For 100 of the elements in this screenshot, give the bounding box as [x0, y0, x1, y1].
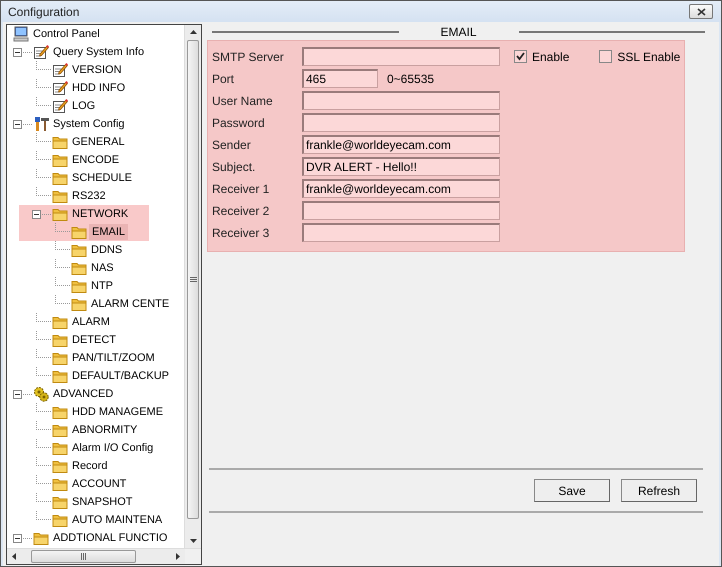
tree-connector — [36, 403, 52, 412]
notepad-pencil-icon — [52, 62, 68, 78]
tree-item[interactable]: PAN/TILT/ZOOM — [72, 350, 157, 366]
tree-connector — [36, 61, 52, 70]
tree-connector — [36, 367, 52, 376]
folder-icon — [52, 422, 68, 438]
folder-icon — [52, 512, 68, 528]
input-field[interactable] — [302, 113, 500, 132]
tree-item[interactable]: ADDTIONAL FUNCTIO — [53, 530, 170, 546]
tree-item[interactable]: HDD INFO — [72, 80, 128, 96]
action-button[interactable]: Refresh — [621, 479, 697, 502]
grip-icon — [190, 276, 196, 282]
tree-item[interactable]: Query System Info — [53, 44, 146, 60]
tree-connector — [36, 349, 52, 358]
input-field[interactable] — [302, 47, 500, 66]
checkbox-label: Enable — [532, 50, 570, 64]
collapse-icon[interactable] — [13, 120, 22, 128]
tree-connector — [36, 439, 52, 448]
tree-item[interactable]: VERSION — [72, 62, 124, 78]
folder-icon — [52, 350, 68, 366]
tree-item[interactable]: DEFAULT/BACKUP — [72, 368, 171, 384]
tree-item[interactable]: Record — [72, 458, 110, 474]
folder-icon — [71, 260, 87, 276]
tree-item[interactable]: ABNORMITY — [72, 422, 140, 438]
input-field[interactable] — [302, 91, 500, 110]
collapse-icon[interactable] — [13, 390, 22, 398]
checkbox[interactable] — [599, 50, 612, 63]
input-field[interactable]: DVR ALERT - Hello!! — [302, 157, 500, 176]
folder-icon — [52, 170, 68, 186]
collapse-icon[interactable] — [13, 534, 22, 542]
vertical-scrollbar[interactable] — [184, 25, 201, 548]
tree-item[interactable]: Alarm I/O Config — [72, 440, 156, 456]
tree-item[interactable]: ADVANCED — [53, 386, 116, 402]
horizontal-scrollbar[interactable] — [7, 548, 201, 564]
tree-connector — [36, 79, 52, 88]
folder-icon — [52, 368, 68, 384]
tree-connector — [55, 295, 71, 304]
folder-icon — [52, 188, 68, 204]
input-field[interactable] — [302, 201, 500, 220]
folder-icon — [52, 314, 68, 330]
tree-connector — [36, 151, 52, 160]
tree-item[interactable]: NAS — [91, 260, 116, 276]
folder-icon — [52, 152, 68, 168]
folder-icon — [71, 278, 87, 294]
tools-icon — [33, 116, 49, 132]
tree-item[interactable]: Control Panel — [33, 26, 102, 42]
tree-connector — [36, 169, 52, 178]
field-label: Receiver 3 — [212, 226, 270, 240]
scrollbar-thumb[interactable] — [187, 40, 199, 519]
notepad-pencil-icon — [33, 44, 49, 60]
input-field[interactable]: 465 — [302, 69, 378, 88]
input-field[interactable]: frankle@worldeyecam.com — [302, 135, 500, 154]
tree-item[interactable]: RS232 — [72, 188, 108, 204]
tree-item[interactable]: System Config — [53, 116, 127, 132]
tree-item[interactable]: SNAPSHOT — [72, 494, 135, 510]
gears-icon — [33, 386, 49, 402]
range-hint: 0~65535 — [387, 72, 434, 86]
tree-item[interactable]: GENERAL — [72, 134, 127, 150]
folder-icon — [52, 206, 68, 222]
window-title: Configuration — [8, 4, 80, 18]
field-label: Subject. — [212, 160, 256, 174]
tree-item[interactable]: ACCOUNT — [72, 476, 128, 492]
section-title: EMAIL — [440, 25, 478, 39]
checkmark-icon — [515, 51, 526, 62]
tree-item[interactable]: DDNS — [91, 242, 124, 258]
collapse-icon[interactable] — [13, 48, 22, 56]
folder-icon — [71, 224, 87, 240]
tree-item[interactable]: LOG — [72, 98, 98, 114]
folder-icon — [52, 332, 68, 348]
input-field[interactable] — [302, 223, 500, 242]
folder-icon — [71, 242, 87, 258]
tree-item[interactable]: HDD MANAGEME — [72, 404, 166, 420]
tree-connector — [36, 331, 52, 340]
input-field[interactable]: frankle@worldeyecam.com — [302, 179, 500, 198]
folder-icon — [33, 530, 49, 546]
tree-connector — [55, 241, 71, 250]
tree-connector — [36, 421, 52, 430]
close-button[interactable] — [689, 4, 713, 19]
tree-connector — [36, 133, 52, 142]
action-button[interactable]: Save — [534, 479, 610, 502]
tree-item[interactable]: AUTO MAINTENA — [72, 512, 164, 528]
field-label: SMTP Server — [212, 50, 285, 64]
tree-connector — [36, 493, 52, 502]
tree-connector — [36, 475, 52, 484]
tree-connector — [36, 313, 52, 322]
folder-icon — [52, 404, 68, 420]
folder-icon — [52, 494, 68, 510]
tree-item[interactable]: ALARM — [72, 314, 112, 330]
tree-item[interactable]: DETECT — [72, 332, 118, 348]
scrollbar-thumb[interactable] — [31, 550, 136, 563]
tree-item[interactable]: ENCODE — [72, 152, 122, 168]
tree-item[interactable]: ALARM CENTE — [91, 296, 172, 312]
field-label: Port — [212, 72, 236, 86]
checkbox[interactable] — [514, 50, 527, 63]
tree-item[interactable]: NTP — [91, 278, 115, 294]
collapse-icon[interactable] — [32, 210, 41, 218]
tree-connector — [36, 187, 52, 196]
tree-item[interactable]: SCHEDULE — [72, 170, 134, 186]
folder-icon — [52, 134, 68, 150]
tree-item[interactable]: EMAIL — [89, 224, 128, 240]
